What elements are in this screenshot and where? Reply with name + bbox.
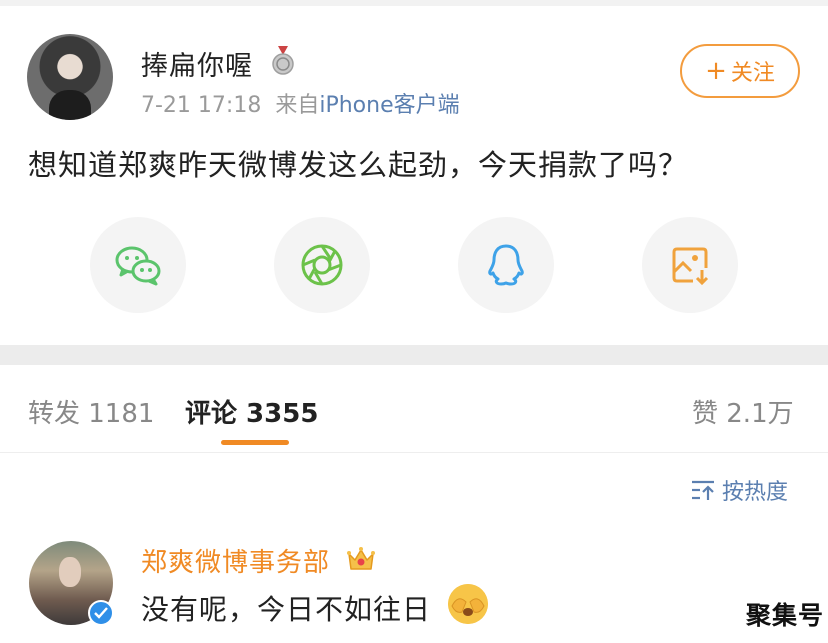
tab-likes[interactable]: 赞 2.1万 xyxy=(692,393,794,430)
qq-icon xyxy=(488,244,524,286)
tab-comments[interactable]: 评论 3355 xyxy=(185,393,318,430)
cover-face-emoji xyxy=(448,584,488,624)
author-avatar[interactable] xyxy=(27,34,113,120)
top-divider xyxy=(0,0,828,6)
watermark: 聚集号 xyxy=(746,601,825,630)
author-name[interactable]: 捧扁你喔 xyxy=(141,44,253,83)
follow-label: 关注 xyxy=(730,61,775,86)
sort-label: 按热度 xyxy=(722,480,789,505)
share-qq-button[interactable] xyxy=(458,217,554,313)
section-divider xyxy=(0,345,828,365)
moments-icon xyxy=(301,244,343,286)
interaction-tabs: 转发 1181 评论 3355 赞 2.1万 xyxy=(0,365,828,449)
post-date: 7-21 17:18 xyxy=(141,93,262,118)
plus-icon: + xyxy=(705,56,727,86)
save-image-button[interactable] xyxy=(642,217,738,313)
tabs-border xyxy=(0,452,828,453)
tab-repost[interactable]: 转发 1181 xyxy=(28,393,154,430)
active-tab-indicator xyxy=(221,440,289,445)
verified-icon xyxy=(88,600,114,626)
follow-button[interactable]: + 关注 xyxy=(680,44,800,98)
comment-text: 没有呢，今日不如往日 xyxy=(141,593,432,626)
share-moments-button[interactable] xyxy=(274,217,370,313)
wechat-icon xyxy=(115,246,161,286)
post-meta: 7-21 17:18 来自iPhone客户端 xyxy=(141,87,460,119)
post-text: 想知道郑爽昨天微博发这么起劲，今天捐款了吗？ xyxy=(28,148,689,182)
medal-icon xyxy=(272,46,294,75)
crown-icon xyxy=(347,547,375,570)
commenter-name[interactable]: 郑爽微博事务部 xyxy=(141,542,330,579)
share-wechat-button[interactable] xyxy=(90,217,186,313)
sort-icon xyxy=(692,480,714,500)
save-image-icon xyxy=(672,247,709,286)
avatar-face xyxy=(59,557,81,587)
post-source-prefix: 来自 xyxy=(275,93,320,118)
post-source-app[interactable]: iPhone客户端 xyxy=(319,93,459,118)
sort-button[interactable]: 按热度 xyxy=(690,474,788,506)
